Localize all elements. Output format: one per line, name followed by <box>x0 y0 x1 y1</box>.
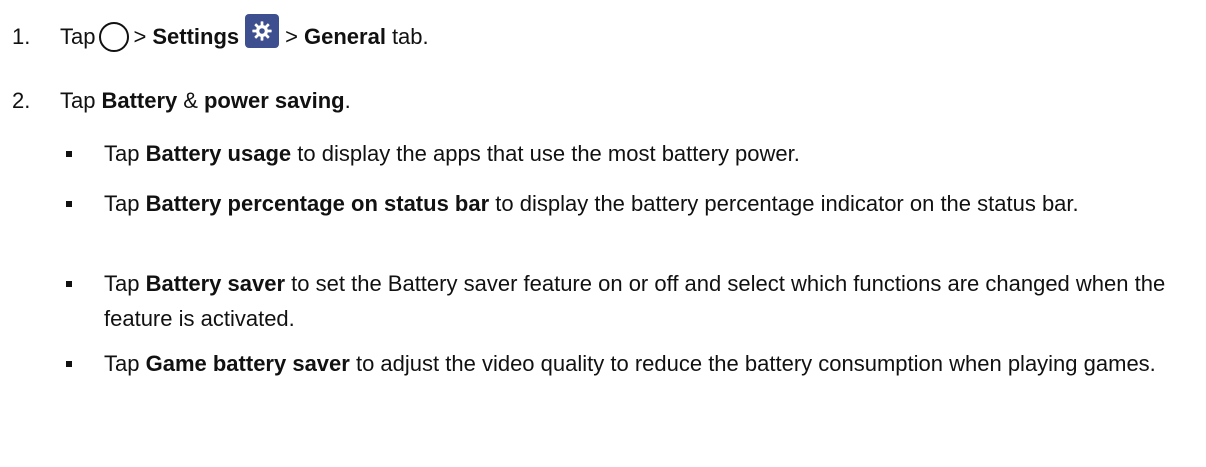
list-item-text: Tap Battery usage to display the apps th… <box>104 136 1166 171</box>
list-item-text: Tap Battery saver to set the Battery sav… <box>104 266 1166 336</box>
tap-text: Tap <box>104 141 140 166</box>
tap-text: Tap <box>104 271 140 296</box>
step-text-tap: Tap <box>60 88 96 113</box>
battery-saver-label: Battery saver <box>145 271 286 296</box>
separator: > <box>285 24 298 49</box>
step-number: 2. <box>12 88 31 113</box>
battery-percentage-label: Battery percentage on status bar <box>145 191 490 216</box>
step-2: 2. Tap Battery & power saving . <box>0 88 351 114</box>
step-number: 1. <box>12 24 31 49</box>
description-text: to display the apps that use the most ba… <box>297 141 800 166</box>
separator: > <box>133 24 147 49</box>
battery-usage-label: Battery usage <box>145 141 292 166</box>
game-battery-saver-label: Game battery saver <box>145 351 350 376</box>
home-circle-icon <box>99 22 130 52</box>
tap-text: Tap <box>104 351 140 376</box>
description-text: to adjust the video quality to reduce th… <box>355 351 1156 376</box>
ampersand: & <box>183 88 198 113</box>
step-text-tail: . <box>344 88 351 113</box>
step-text-tail: tab. <box>391 24 429 49</box>
power-saving-label: power saving <box>203 88 345 113</box>
bullet-icon <box>66 151 72 157</box>
bullet-icon <box>66 201 72 207</box>
list-item-text: Tap Game battery saver to adjust the vid… <box>104 346 1166 381</box>
general-tab-label: General <box>304 24 386 49</box>
settings-label: Settings <box>152 24 240 49</box>
bullet-icon <box>66 281 72 287</box>
description-text: to display the battery percentage indica… <box>495 191 1079 216</box>
step-1: 1. Tap > Settings > General tab. <box>0 14 429 54</box>
gear-icon <box>245 14 280 48</box>
battery-label: Battery <box>101 88 178 113</box>
tap-text: Tap <box>104 191 140 216</box>
bullet-icon <box>66 361 72 367</box>
list-item-text: Tap Battery percentage on status bar to … <box>104 186 1166 221</box>
step-text-tap: Tap <box>60 24 96 49</box>
